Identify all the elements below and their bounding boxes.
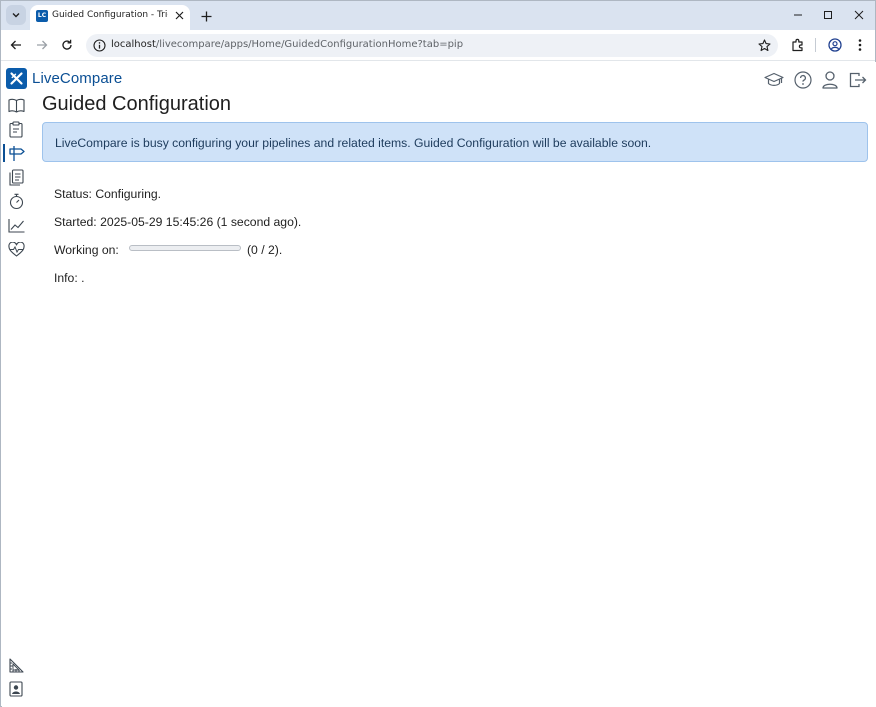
app-content: LiveCompare Guided Configuration LiveCom… xyxy=(2,62,876,707)
close-icon xyxy=(175,11,183,19)
documents-icon xyxy=(8,168,24,186)
user-profile-button[interactable] xyxy=(820,70,840,90)
contact-card-icon xyxy=(9,681,23,697)
signpost-icon xyxy=(8,145,25,161)
sidebar-item-guided-configuration[interactable] xyxy=(2,142,30,164)
forward-button[interactable] xyxy=(33,36,51,54)
logo-text: LiveCompare xyxy=(32,69,123,87)
banner-text: LiveCompare is busy configuring your pip… xyxy=(55,136,652,150)
tab-search-button[interactable] xyxy=(6,5,26,25)
sidebar-item-health[interactable] xyxy=(2,238,30,260)
browser-menu-button[interactable] xyxy=(851,36,869,54)
tab-strip: LC Guided Configuration - Tricentis Live… xyxy=(1,1,875,30)
favicon-icon: LC xyxy=(36,10,48,22)
maximize-button[interactable] xyxy=(817,6,839,24)
ruler-icon xyxy=(8,657,24,673)
sidebar-item-library[interactable] xyxy=(2,94,30,116)
sidebar-item-setup[interactable] xyxy=(2,654,30,676)
status-text: Status: Configuring. xyxy=(54,187,162,201)
browser-tab[interactable]: LC Guided Configuration - Tricentis Live… xyxy=(30,5,190,30)
browser-toolbar: localhost/livecompare/apps/Home/GuidedCo… xyxy=(1,30,875,61)
heartbeat-icon xyxy=(7,241,25,257)
chevron-down-icon xyxy=(12,13,20,18)
tab-close-button[interactable] xyxy=(172,8,186,22)
minimize-icon xyxy=(794,14,802,16)
info-banner: LiveCompare is busy configuring your pip… xyxy=(42,122,868,162)
extensions-button[interactable] xyxy=(789,36,807,54)
site-info-icon[interactable] xyxy=(93,39,106,52)
sidebar-item-scheduler[interactable] xyxy=(2,190,30,212)
progress-bar xyxy=(129,245,241,251)
url-host: localhost xyxy=(111,39,156,50)
back-button[interactable] xyxy=(7,36,25,54)
close-icon xyxy=(854,10,864,20)
bookmark-button[interactable] xyxy=(756,37,772,53)
book-icon xyxy=(7,98,25,113)
livecompare-logo-icon xyxy=(6,67,27,89)
plus-icon xyxy=(201,11,211,21)
sidebar-item-analytics[interactable] xyxy=(2,214,30,236)
info-text: Info: . xyxy=(54,271,85,285)
logout-button[interactable] xyxy=(848,70,868,90)
livecompare-logo[interactable]: LiveCompare xyxy=(6,67,122,89)
line-chart-icon xyxy=(7,218,24,233)
help-icon xyxy=(794,71,812,89)
address-bar[interactable]: localhost/livecompare/apps/Home/GuidedCo… xyxy=(86,34,778,57)
minimize-button[interactable] xyxy=(787,6,809,24)
training-button[interactable] xyxy=(764,70,784,90)
user-icon xyxy=(822,71,838,89)
profile-icon xyxy=(828,38,842,52)
sidebar-item-documents[interactable] xyxy=(2,166,30,188)
profile-button[interactable] xyxy=(826,36,844,54)
graduation-cap-icon xyxy=(764,72,784,86)
page-title: Guided Configuration xyxy=(42,93,232,115)
close-window-button[interactable] xyxy=(848,6,870,24)
toolbar-separator xyxy=(815,38,816,52)
new-tab-button[interactable] xyxy=(197,7,215,25)
sidebar-item-administration[interactable] xyxy=(2,678,30,700)
clipboard-icon xyxy=(9,120,23,138)
help-button[interactable] xyxy=(793,70,813,90)
logout-icon xyxy=(849,72,867,88)
progress-count: (0 / 2). xyxy=(247,243,283,257)
working-on-label: Working on: xyxy=(54,243,119,257)
star-icon xyxy=(757,38,771,51)
reload-button[interactable] xyxy=(58,36,76,54)
browser-window: LC Guided Configuration - Tricentis Live… xyxy=(0,0,876,707)
kebab-menu-icon xyxy=(858,39,862,51)
stopwatch-icon xyxy=(9,193,23,209)
url-text[interactable]: localhost/livecompare/apps/Home/GuidedCo… xyxy=(111,39,463,50)
arrow-left-icon xyxy=(10,40,21,50)
started-text: Started: 2025-05-29 15:45:26 (1 second a… xyxy=(54,215,302,229)
maximize-icon xyxy=(824,11,832,19)
tab-title: Guided Configuration - Tricentis LiveCom… xyxy=(52,10,168,20)
arrow-right-icon xyxy=(37,40,48,50)
sidebar-item-tasks[interactable] xyxy=(2,118,30,140)
puzzle-icon xyxy=(792,38,803,52)
reload-icon xyxy=(62,39,72,50)
url-path: /livecompare/apps/Home/GuidedConfigurati… xyxy=(155,39,464,50)
